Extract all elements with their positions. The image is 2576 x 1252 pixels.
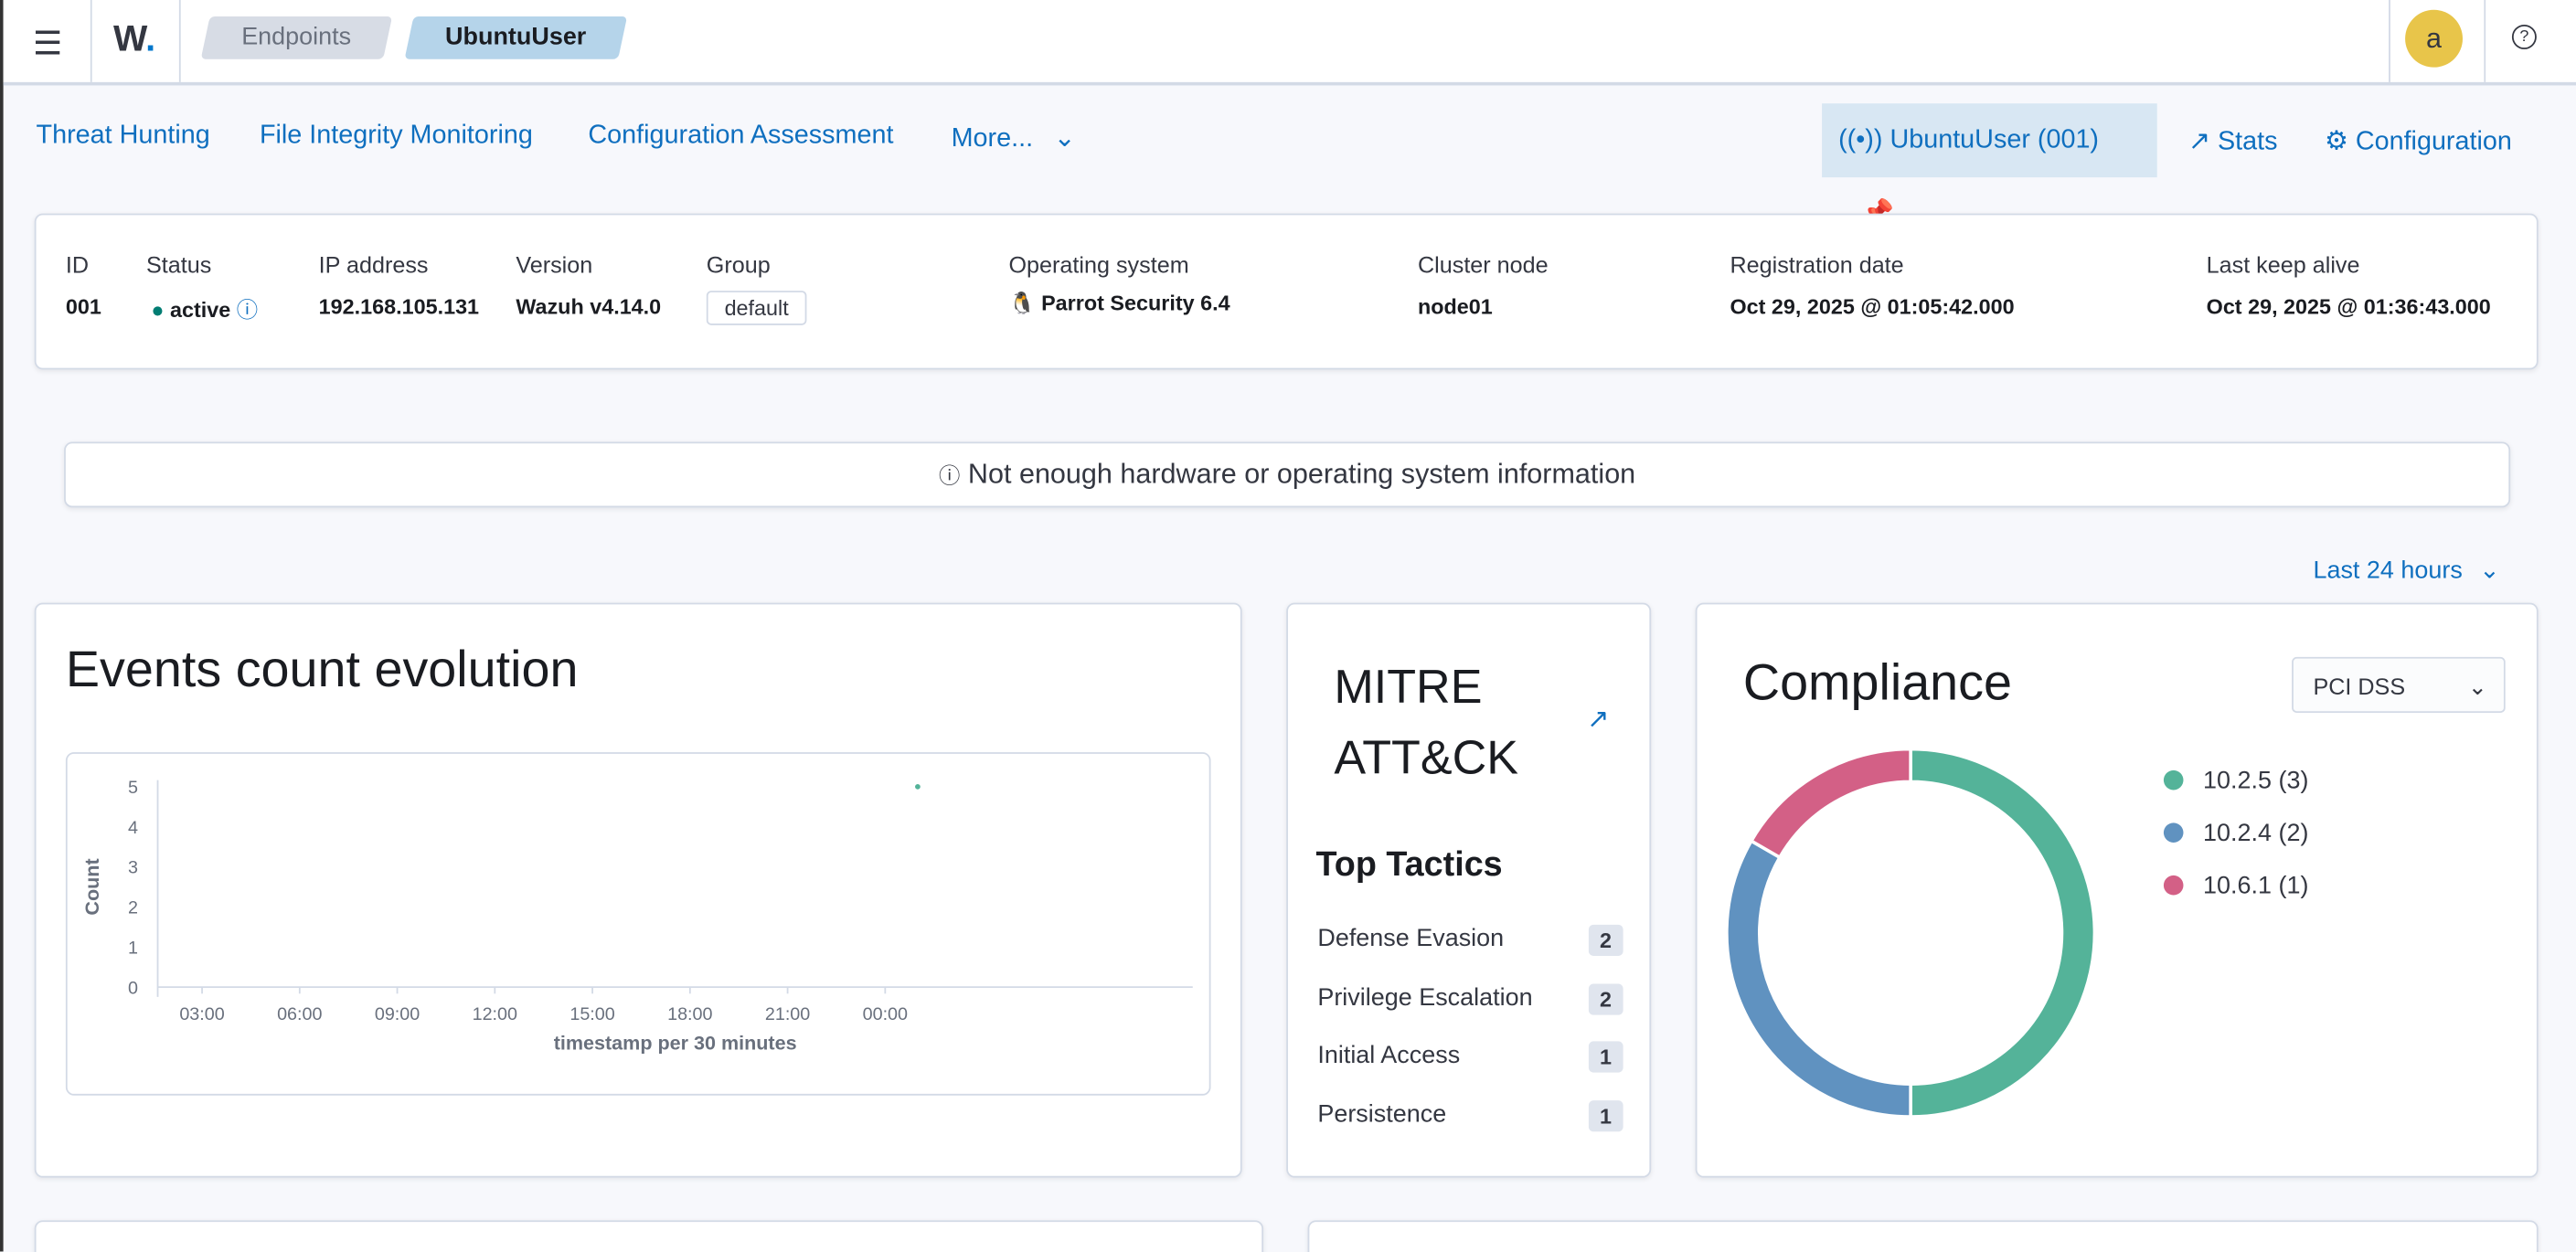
donut-slice[interactable] bbox=[1749, 747, 1912, 860]
x-tick-label: 00:00 bbox=[863, 1004, 908, 1024]
legend-swatch bbox=[2163, 875, 2184, 896]
tab-sca[interactable]: Configuration Assessment bbox=[588, 122, 893, 151]
external-link-icon[interactable]: ↗ bbox=[1587, 703, 1609, 736]
chevron-down-icon: ⌄ bbox=[1053, 124, 1076, 154]
breadcrumb-endpoints[interactable]: Endpoints bbox=[200, 16, 392, 59]
top-bar: ☰ W. Endpoints UbuntuUser a ? bbox=[3, 0, 2576, 86]
tactic-count: 1 bbox=[1588, 1041, 1623, 1073]
events-panel: Events count evolution 0 1 2 3 4 5 03:00 06:00 0… bbox=[34, 602, 1242, 1178]
x-tick-label: 06:00 bbox=[277, 1004, 322, 1024]
wazuh-logo[interactable]: W. bbox=[113, 18, 155, 61]
breadcrumb-agent[interactable]: UbuntuUser bbox=[404, 16, 627, 59]
events-chart: 0 1 2 3 4 5 03:00 06:00 09:00 12:00 15:00 18:00 21:0… bbox=[80, 778, 1193, 1054]
agent-pin-button[interactable]: ((•)) UbuntuUser (001) 📌 bbox=[1822, 103, 2157, 228]
antenna-icon: ((•)) bbox=[1838, 126, 1883, 154]
y-tick-label: 0 bbox=[128, 978, 138, 998]
x-tick-label: 12:00 bbox=[473, 1004, 517, 1024]
lower-panel-left bbox=[34, 1220, 1264, 1252]
tab-fim[interactable]: File Integrity Monitoring bbox=[260, 122, 533, 151]
mitre-panel: MITRE ATT&CK ↗ Top Tactics Defense Evasio… bbox=[1286, 602, 1652, 1178]
x-axis-label: timestamp per 30 minutes bbox=[554, 1031, 797, 1054]
compliance-standard-select[interactable]: PCI DSS ⌄ bbox=[2292, 656, 2506, 713]
tactic-row[interactable]: Privilege Escalation 2 bbox=[1317, 982, 1623, 1014]
tactic-name: Privilege Escalation bbox=[1317, 982, 1533, 1012]
tab-more[interactable]: More... ⌄ bbox=[952, 122, 1076, 154]
legend-swatch bbox=[2163, 769, 2184, 790]
tactic-name: Persistence bbox=[1317, 1099, 1447, 1128]
y-tick-label: 3 bbox=[128, 858, 138, 878]
tactic-count: 2 bbox=[1588, 924, 1623, 956]
tactic-row[interactable]: Initial Access 1 bbox=[1317, 1041, 1623, 1073]
x-tick-label: 21:00 bbox=[765, 1004, 810, 1024]
x-tick-label: 09:00 bbox=[375, 1004, 420, 1024]
agent-info-panel: ID 001 Status ● active ⓘ IP address 192.… bbox=[34, 213, 2539, 370]
hardware-notice: ⓘ Not enough hardware or operating syste… bbox=[64, 441, 2511, 508]
y-tick-label: 4 bbox=[128, 818, 138, 838]
compliance-panel: Compliance PCI DSS ⌄ 10.2.5 (3) 10.2.4 (2)… bbox=[1695, 602, 2539, 1178]
stats-button[interactable]: ↗ Stats bbox=[2188, 125, 2278, 158]
tactic-row[interactable]: Defense Evasion 2 bbox=[1317, 924, 1623, 956]
menu-icon[interactable]: ☰ bbox=[33, 23, 62, 64]
x-tick-label: 03:00 bbox=[179, 1004, 224, 1024]
help-icon[interactable]: ? bbox=[2511, 24, 2537, 49]
donut-slice[interactable] bbox=[1725, 838, 1912, 1119]
legend-item[interactable]: 10.2.5 (3) bbox=[2163, 767, 2308, 795]
x-tick-label: 18:00 bbox=[667, 1004, 712, 1024]
legend-swatch bbox=[2163, 822, 2184, 843]
data-point[interactable] bbox=[915, 783, 921, 790]
gear-icon: ⚙ bbox=[2325, 128, 2348, 156]
linux-icon: 🐧 bbox=[1008, 291, 1036, 316]
tab-threat-hunting[interactable]: Threat Hunting bbox=[37, 122, 210, 151]
lower-panel-right bbox=[1307, 1220, 2539, 1252]
info-icon[interactable]: ⓘ bbox=[237, 297, 258, 322]
tactic-row[interactable]: Persistence 1 bbox=[1317, 1099, 1623, 1131]
tactic-count: 1 bbox=[1588, 1099, 1623, 1131]
chart-icon: ↗ bbox=[2187, 128, 2210, 156]
y-axis-label: Count bbox=[80, 858, 103, 915]
legend-item[interactable]: 10.2.4 (2) bbox=[2163, 820, 2308, 847]
time-range-picker[interactable]: Last 24 hours ⌄ bbox=[2313, 555, 2499, 585]
y-tick-label: 1 bbox=[128, 938, 138, 958]
y-tick-label: 2 bbox=[128, 898, 138, 918]
tactic-name: Initial Access bbox=[1317, 1041, 1461, 1069]
x-tick-label: 15:00 bbox=[569, 1004, 614, 1024]
y-tick-label: 5 bbox=[128, 778, 138, 798]
tactic-count: 2 bbox=[1588, 982, 1623, 1014]
configuration-button[interactable]: ⚙ Configuration bbox=[2325, 125, 2512, 158]
compliance-donut bbox=[1725, 747, 2097, 1119]
status-badge: ● active ⓘ bbox=[151, 297, 259, 323]
group-badge[interactable]: default bbox=[706, 291, 807, 325]
avatar[interactable]: a bbox=[2405, 9, 2464, 68]
legend-item[interactable]: 10.6.1 (1) bbox=[2163, 872, 2308, 900]
info-icon: ⓘ bbox=[939, 462, 961, 488]
donut-slice[interactable] bbox=[1909, 747, 2097, 1119]
tactic-name: Defense Evasion bbox=[1317, 924, 1505, 953]
